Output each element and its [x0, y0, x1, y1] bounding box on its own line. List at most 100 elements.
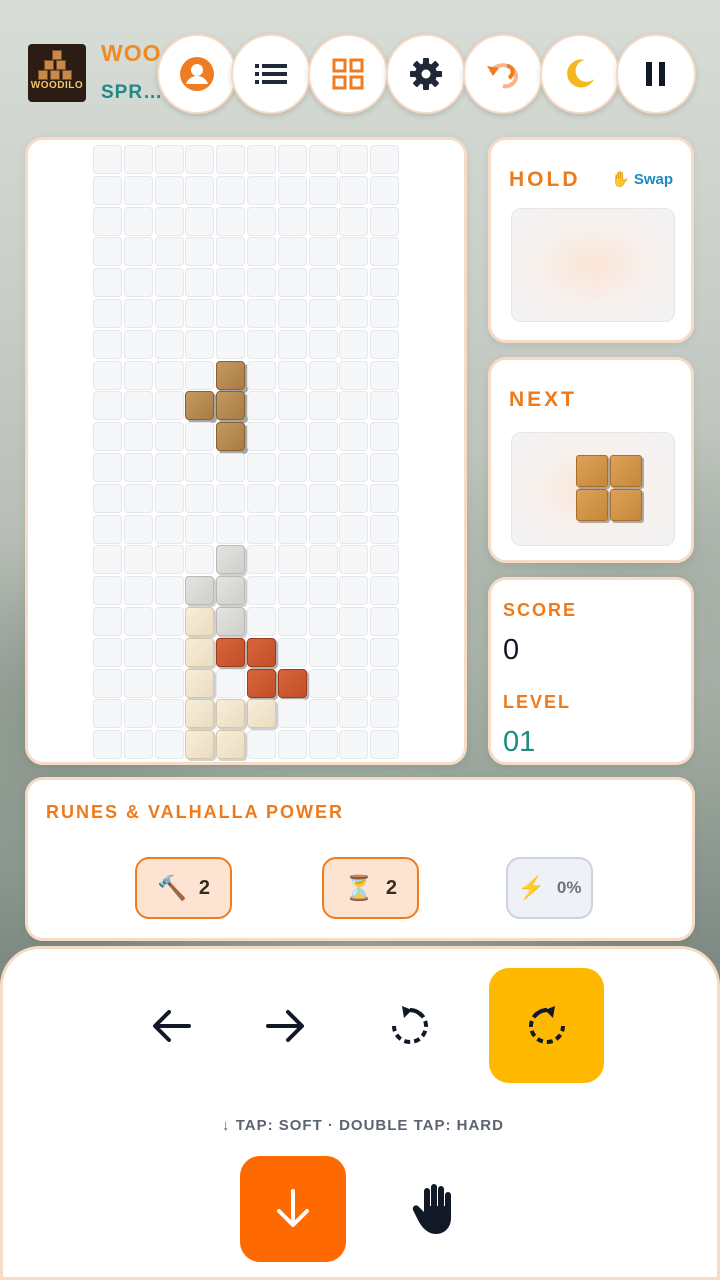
arrow-down-icon	[277, 1189, 309, 1227]
board-cell	[247, 360, 276, 390]
block	[185, 699, 215, 729]
board-cell	[154, 422, 184, 452]
undo-button[interactable]	[463, 34, 543, 114]
board-cell	[123, 545, 153, 575]
settings-button[interactable]	[386, 34, 466, 114]
board-cell	[154, 145, 184, 174]
block	[247, 637, 276, 667]
block	[185, 668, 215, 698]
board-cell	[339, 329, 369, 359]
board-cell	[339, 514, 369, 544]
board-cell	[216, 453, 246, 482]
hand-icon: ✋	[610, 171, 630, 188]
lightning-icon: ⚡	[517, 875, 545, 900]
board-cell	[247, 514, 276, 544]
board-cell	[339, 237, 369, 267]
move-right-button[interactable]	[246, 986, 326, 1066]
board-cell	[370, 699, 400, 729]
hold-piece-button[interactable]	[394, 1169, 474, 1249]
runes-title: RUNES & VALHALLA POWER	[46, 802, 344, 822]
board-cell	[277, 268, 307, 298]
block	[185, 637, 215, 667]
board-cell	[185, 422, 215, 452]
board-cell	[93, 699, 122, 729]
board-cell	[185, 206, 215, 236]
leaderboard-button[interactable]	[231, 34, 311, 114]
board-cell	[93, 206, 122, 236]
board-cell	[185, 237, 215, 267]
board-cell	[154, 268, 184, 298]
board-cell	[93, 730, 122, 760]
level-label: LEVEL	[503, 692, 572, 712]
grid-icon	[332, 58, 364, 90]
board-cell	[93, 545, 122, 575]
board-cell	[154, 237, 184, 267]
board-cell	[154, 206, 184, 236]
board-cell	[154, 699, 184, 729]
board-cell	[216, 483, 246, 513]
board-cell	[247, 175, 276, 205]
profile-button[interactable]	[157, 34, 237, 114]
hold-panel[interactable]: HOLD ✋ Swap	[488, 137, 694, 343]
score-value: 0	[503, 634, 520, 666]
board-cell	[216, 299, 246, 328]
board-cell	[370, 145, 400, 174]
hourglass-rune-button[interactable]: ⏳ 2	[322, 857, 419, 919]
theme-toggle-button[interactable]	[540, 34, 620, 114]
block	[216, 607, 246, 636]
hold-title: HOLD	[509, 168, 581, 191]
board-cell	[308, 699, 338, 729]
board-cell	[123, 607, 153, 636]
board-cell	[216, 145, 246, 174]
board-cell	[277, 299, 307, 328]
board-cell	[370, 453, 400, 482]
board-cell	[277, 699, 307, 729]
board-cell	[277, 237, 307, 267]
lightning-power-button[interactable]: ⚡ 0%	[506, 857, 593, 919]
board-cell	[154, 514, 184, 544]
board-cell	[370, 668, 400, 698]
board-cell	[123, 699, 153, 729]
drop-button[interactable]	[240, 1156, 346, 1262]
game-subtitle: SPR…	[101, 82, 164, 103]
block	[216, 545, 246, 575]
block	[216, 699, 246, 729]
board-cell	[308, 360, 338, 390]
board-cell	[154, 483, 184, 513]
board-cell	[370, 237, 400, 267]
board-cell	[123, 175, 153, 205]
board-cell	[93, 299, 122, 328]
block	[216, 576, 246, 606]
board-cell	[308, 422, 338, 452]
block	[216, 360, 246, 390]
board-cell	[154, 668, 184, 698]
board-cell	[339, 545, 369, 575]
next-piece-block	[610, 489, 642, 521]
board-cell	[277, 175, 307, 205]
block	[277, 668, 307, 698]
board-cell	[308, 175, 338, 205]
board-cell	[247, 576, 276, 606]
board-cell	[93, 576, 122, 606]
rotate-right-button[interactable]	[489, 968, 604, 1083]
block	[216, 730, 246, 760]
board-cell	[123, 637, 153, 667]
hold-preview	[511, 208, 675, 322]
board-cell	[370, 637, 400, 667]
board-cell	[93, 175, 122, 205]
swap-button[interactable]: ✋ Swap	[611, 170, 673, 188]
pause-button[interactable]	[616, 34, 696, 114]
grid-menu-button[interactable]	[308, 34, 388, 114]
board-cell	[247, 145, 276, 174]
board-cell	[93, 268, 122, 298]
rotate-left-button[interactable]	[370, 986, 450, 1066]
hammer-rune-button[interactable]: 🔨 2	[135, 857, 232, 919]
board-cell	[308, 268, 338, 298]
board-cell	[370, 329, 400, 359]
move-left-button[interactable]	[131, 986, 211, 1066]
game-board[interactable]	[25, 137, 467, 765]
board-cell	[93, 329, 122, 359]
block	[247, 668, 276, 698]
board-cell	[277, 145, 307, 174]
board-cell	[247, 237, 276, 267]
